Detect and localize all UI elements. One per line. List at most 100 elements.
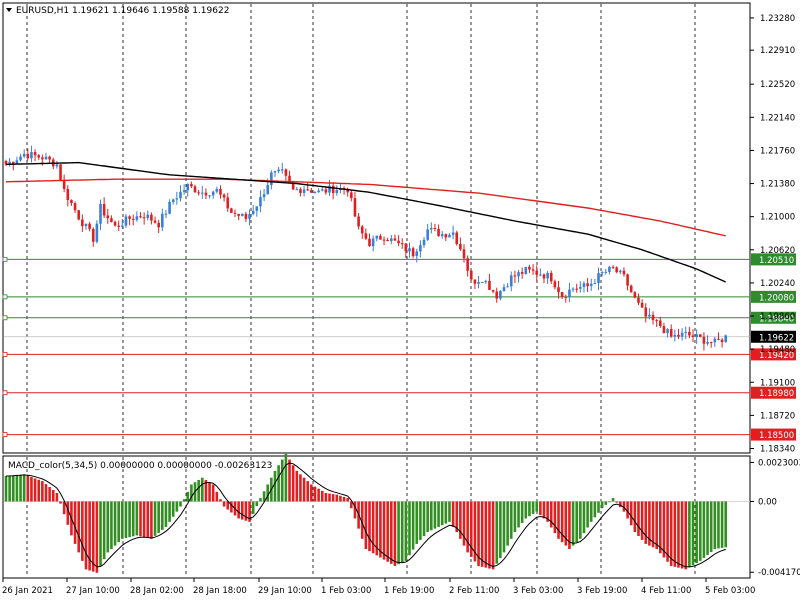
macd-bar [466,501,469,553]
macd-bar [582,501,586,534]
candle-body [244,213,248,219]
candle-body [509,275,513,287]
candle-body [666,329,669,334]
candle-body [444,234,448,238]
chart-window[interactable]: 1.205101.200801.198401.194201.189801.185… [0,0,800,600]
candle-body [121,225,124,227]
candle-body [182,190,186,192]
macd-bar [15,474,19,502]
macd-bar [342,496,346,502]
candle-body [335,190,339,194]
price-tick-label: 1.21000 [760,213,795,223]
candle-body [55,164,59,167]
macd-bar [55,492,59,502]
candle-body [713,338,717,343]
macd-bar [30,477,33,502]
macd-bar [240,501,244,520]
macd-bar [575,501,578,543]
time-tick-label: 5 Feb 03:00 [705,586,755,596]
macd-bar [288,459,291,502]
candle-body [262,194,266,198]
candle-body [99,203,102,224]
macd-bar [324,492,328,502]
macd-bar [66,501,70,525]
price-tick-label: 1.23280 [760,14,795,24]
macd-bar [662,501,666,558]
time-tick-label: 28 Jan 18:00 [193,586,247,596]
macd-bar [629,501,633,526]
macd-bar [168,501,171,522]
candle-body [557,287,560,293]
macd-bar [495,501,499,564]
time-tick-label: 4 Feb 11:00 [641,586,691,596]
candle-body [15,160,19,164]
candle-body [62,179,66,190]
candle-body [495,291,499,299]
macd-bar [259,498,262,502]
candle-body [375,235,379,239]
candle-body [131,218,135,220]
macd-bar [302,477,306,502]
macd-bar [135,501,139,536]
macd-bar [244,501,248,521]
macd-bar [59,501,62,504]
candle-body [546,272,549,279]
macd-bar [255,501,259,506]
candle-body [655,320,658,322]
macd-bar [22,474,26,502]
macd-bar [509,501,513,539]
macd-bar [597,501,600,513]
candle-body [357,216,360,227]
macd-bar [462,501,466,546]
macd-bar [379,501,382,558]
macd-bar [121,501,124,539]
candle-body [542,274,546,279]
time-tick-label: 1 Feb 03:00 [321,586,371,596]
level-handle [2,315,8,321]
candle-body [124,216,128,226]
macd-bar [26,475,30,502]
macd-bar [186,491,190,502]
level-tag-label: 1.18500 [759,431,794,441]
candle-body [251,210,255,215]
macd-bar [280,459,284,502]
level-handle [2,390,8,396]
candle-body [404,243,408,252]
time-tick-label: 1 Feb 19:00 [384,586,434,596]
candle-body [139,216,142,218]
candle-body [26,153,30,159]
macd-bar [608,501,611,503]
candle-body [193,186,197,193]
candle-body [215,188,219,192]
price-tick-label: 1.18340 [760,445,795,455]
macd-bar [549,501,553,528]
candle-body [619,270,622,273]
macd-bar [480,501,484,567]
macd-bar [709,501,713,552]
macd-bar [499,501,502,559]
candle-body [240,213,244,216]
candle-body [698,334,702,337]
macd-bar [142,501,146,538]
macd-bar [110,501,113,549]
candle-body [364,233,368,239]
macd-bar [655,501,658,549]
candle-body [720,339,724,342]
macd-bar [640,501,644,540]
macd-bar [426,501,429,533]
candle-body [248,214,251,219]
macd-bar [528,501,531,517]
candle-body [168,201,171,214]
macd-bar [586,501,589,528]
candle-body [48,156,51,160]
macd-bar [99,501,102,566]
candle-body [113,221,117,226]
price-tick-label: 1.19480 [760,345,795,355]
candle-body [41,157,44,160]
level-tag-label: 1.20080 [759,293,794,303]
candle-body [331,185,335,194]
candle-body [397,240,400,244]
candle-body [371,238,375,247]
candle-body [135,216,139,220]
time-tick-label: 29 Jan 10:00 [258,586,312,596]
